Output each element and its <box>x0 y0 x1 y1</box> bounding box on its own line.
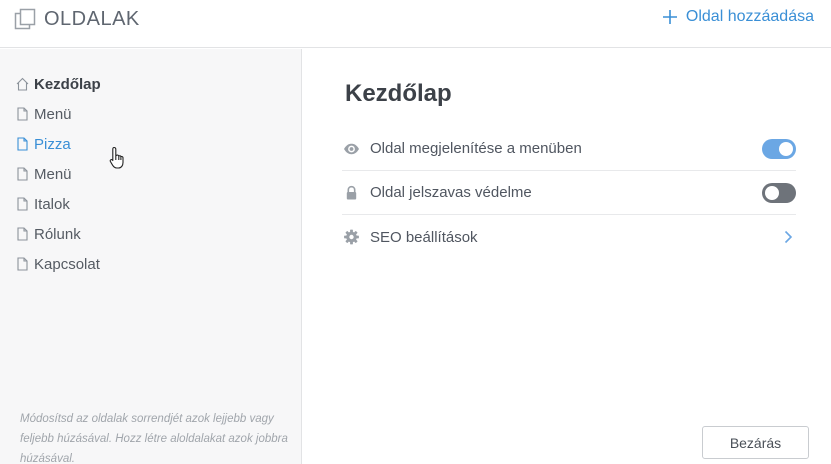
page-item-about[interactable]: Rólunk <box>16 219 101 249</box>
page-item-label: Italok <box>34 195 70 213</box>
setting-label: SEO beállítások <box>370 228 478 246</box>
eye-icon <box>344 143 359 154</box>
setting-label: Oldal megjelenítése a menüben <box>370 140 582 157</box>
add-page-label: Oldal hozzáadása <box>685 8 814 25</box>
page-icon <box>17 107 28 121</box>
page-item-label: Kezdőlap <box>34 75 101 93</box>
page-item-home[interactable]: Kezdőlap <box>16 69 101 99</box>
page-list: Kezdőlap Menü Pizza Menü Italok Rólunk K… <box>16 69 101 279</box>
page-icon <box>17 227 28 241</box>
panel-title: OLDALAK <box>44 8 140 30</box>
page-icon <box>17 257 28 271</box>
toggle-knob <box>765 185 779 200</box>
page-item-contact[interactable]: Kapcsolat <box>16 249 101 279</box>
toggle-knob <box>779 141 793 156</box>
page-icon <box>17 167 28 181</box>
page-settings-panel: Kezdőlap Oldal megjelenítése a menüben O… <box>302 49 831 464</box>
page-icon <box>17 197 28 211</box>
hand-cursor-icon <box>109 146 124 169</box>
page-item-pizza[interactable]: Pizza <box>16 129 101 159</box>
page-item-label: Kapcsolat <box>34 255 100 273</box>
page-item-label: Pizza <box>34 135 71 153</box>
show-in-menu-toggle[interactable] <box>762 138 796 159</box>
settings-list: Oldal megjelenítése a menüben Oldal jels… <box>342 127 796 259</box>
close-button[interactable]: Bezárás <box>702 426 809 459</box>
setting-password-protection: Oldal jelszavas védelme <box>342 171 796 215</box>
page-item-drinks[interactable]: Italok <box>16 189 101 219</box>
home-icon <box>16 77 29 91</box>
page-item-label: Menü <box>34 105 72 123</box>
pages-icon <box>14 8 36 30</box>
add-page-button[interactable]: Oldal hozzáadása <box>662 8 814 26</box>
chevron-right-icon <box>784 230 793 244</box>
page-title: Kezdőlap <box>345 80 452 107</box>
password-protection-toggle[interactable] <box>762 182 796 203</box>
gear-icon <box>344 229 359 245</box>
page-item-menu[interactable]: Menü <box>16 99 101 129</box>
lock-icon <box>346 185 357 199</box>
page-item-menu-2[interactable]: Menü <box>16 159 101 189</box>
page-item-label: Rólunk <box>34 225 81 243</box>
header: OLDALAK Oldal hozzáadása <box>0 0 831 48</box>
page-list-sidebar: Kezdőlap Menü Pizza Menü Italok Rólunk K… <box>0 49 302 464</box>
setting-show-in-menu: Oldal megjelenítése a menüben <box>342 127 796 171</box>
page-icon <box>17 137 28 151</box>
setting-label: Oldal jelszavas védelme <box>370 184 532 201</box>
page-item-label: Menü <box>34 165 72 183</box>
plus-icon <box>662 10 677 24</box>
reorder-hint: Módosítsd az oldalak sorrendjét azok lej… <box>20 413 288 464</box>
setting-seo[interactable]: SEO beállítások <box>342 215 796 259</box>
